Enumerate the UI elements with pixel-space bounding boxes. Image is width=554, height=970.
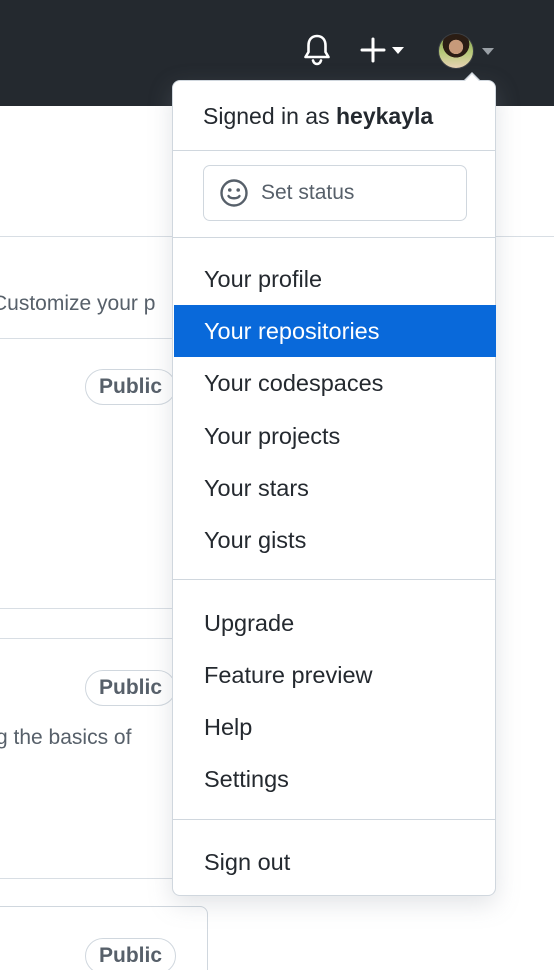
repo-description: g the basics of — [0, 726, 132, 749]
menu-item-your-codespaces[interactable]: Your codespaces — [174, 357, 496, 409]
sign-out-button[interactable]: Sign out — [174, 836, 496, 888]
user-menu-button[interactable] — [438, 31, 500, 71]
visibility-badge: Public — [85, 938, 177, 970]
signed-in-header: Signed in as heykayla — [203, 103, 433, 130]
chevron-down-icon — [392, 46, 404, 54]
username[interactable]: heykayla — [336, 103, 433, 129]
signed-in-prefix: Signed in as — [203, 103, 330, 129]
menu-item-help[interactable]: Help — [174, 701, 496, 753]
menu-item-upgrade[interactable]: Upgrade — [174, 597, 496, 649]
user-dropdown-menu: Signed in as heykayla Set status Your pr… — [172, 72, 496, 896]
page: Customize your p Public Public g the bas… — [0, 0, 554, 970]
divider — [173, 819, 495, 820]
menu-item-your-gists[interactable]: Your gists — [174, 514, 496, 566]
divider — [0, 338, 175, 339]
plus-icon — [360, 37, 386, 63]
divider — [173, 150, 495, 151]
divider — [0, 638, 175, 639]
menu-item-settings[interactable]: Settings — [174, 753, 496, 805]
menu-item-your-repositories[interactable]: Your repositories — [174, 305, 496, 357]
visibility-badge: Public — [85, 369, 177, 405]
menu-item-your-stars[interactable]: Your stars — [174, 462, 496, 514]
chevron-down-icon — [482, 47, 494, 55]
divider — [0, 608, 175, 609]
profile-readme-hint: Customize your p — [0, 292, 156, 315]
menu-item-your-projects[interactable]: Your projects — [174, 410, 496, 462]
set-status-button[interactable]: Set status — [203, 165, 467, 221]
bell-icon — [304, 34, 330, 66]
menu-item-feature-preview[interactable]: Feature preview — [174, 649, 496, 701]
divider — [0, 878, 175, 879]
avatar — [438, 33, 474, 69]
visibility-badge: Public — [85, 670, 177, 706]
menu-item-your-profile[interactable]: Your profile — [174, 253, 496, 305]
smiley-icon — [220, 179, 248, 207]
divider — [173, 579, 495, 580]
notifications-button[interactable] — [302, 32, 334, 68]
create-new-button[interactable] — [360, 34, 414, 66]
set-status-label: Set status — [261, 181, 355, 204]
divider — [173, 237, 495, 238]
